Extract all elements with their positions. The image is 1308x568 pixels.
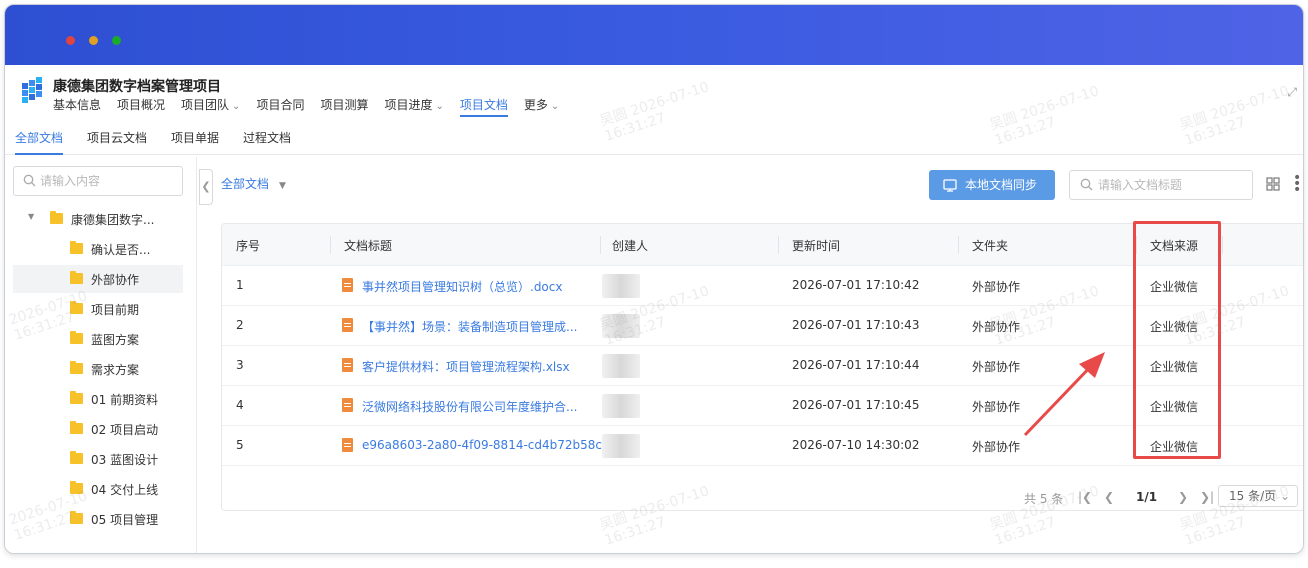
topnav-item-more[interactable]: 更多 ⌄ bbox=[524, 97, 559, 117]
folder-icon bbox=[70, 421, 83, 434]
file-icon bbox=[342, 278, 353, 292]
project-header: 康德集团数字档案管理项目 基本信息 项目概况 项目团队 ⌄ 项目合同 项目测算 项… bbox=[5, 65, 1303, 117]
creator-avatar-blurred bbox=[602, 394, 640, 418]
search-icon bbox=[23, 174, 36, 187]
chevron-left-icon: ❮ bbox=[201, 180, 211, 193]
topnav-item-contract[interactable]: 项目合同 bbox=[256, 97, 304, 117]
topnav-item-basic-info[interactable]: 基本信息 bbox=[53, 97, 101, 117]
more-icon[interactable]: • • • bbox=[1293, 171, 1301, 197]
file-icon bbox=[342, 318, 353, 332]
folder-icon bbox=[70, 451, 83, 464]
tree-node-folder[interactable]: 蓝图方案 bbox=[13, 325, 183, 353]
file-icon bbox=[342, 438, 353, 452]
caret-down-icon[interactable]: ▼ bbox=[28, 212, 34, 221]
first-page-button[interactable]: |❮ bbox=[1078, 490, 1092, 504]
creator-avatar-blurred bbox=[602, 434, 640, 458]
tree-node-folder[interactable]: 02 项目启动 bbox=[13, 415, 183, 443]
tree-node-folder[interactable]: 需求方案 bbox=[13, 355, 183, 383]
file-icon bbox=[342, 358, 353, 372]
document-subtabs: 全部文档 项目云文档 项目单据 过程文档 bbox=[5, 119, 1303, 155]
document-title-link[interactable]: 事并然项目管理知识树（总览）.docx bbox=[362, 278, 562, 295]
folder-icon bbox=[70, 271, 83, 284]
annotation-arrow bbox=[1023, 352, 1105, 437]
tree-node-folder[interactable]: 确认是否... bbox=[13, 235, 183, 263]
document-title-link[interactable]: 泛微网络科技股份有限公司年度维护合... bbox=[362, 398, 577, 415]
app-content: 康德集团数字档案管理项目 基本信息 项目概况 项目团队 ⌄ 项目合同 项目测算 项… bbox=[5, 65, 1303, 553]
chevron-left-icon: ❮ bbox=[1104, 490, 1115, 504]
topnav-item-estimate[interactable]: 项目测算 bbox=[320, 97, 368, 117]
logo-icon bbox=[22, 77, 42, 103]
minimize-window-button[interactable] bbox=[89, 36, 98, 45]
chevron-right-icon: ❯ bbox=[1178, 490, 1189, 504]
prev-page-button[interactable]: ❮ bbox=[1104, 490, 1114, 504]
creator-avatar-blurred bbox=[602, 354, 640, 378]
maximize-window-button[interactable] bbox=[112, 36, 121, 45]
col-folder: 文件夹 bbox=[972, 239, 1009, 253]
grid-view-icon[interactable] bbox=[1266, 177, 1280, 191]
document-search bbox=[1069, 170, 1253, 200]
document-title-link[interactable]: e96a8603-2a80-4f09-8814-cd4b72b58c... bbox=[362, 438, 613, 452]
topnav-item-progress[interactable]: 项目进度 ⌄ bbox=[384, 97, 443, 117]
folder-icon bbox=[70, 391, 83, 404]
folder-icon bbox=[70, 511, 83, 524]
chevron-down-icon: ⌄ bbox=[232, 101, 241, 112]
folder-icon bbox=[70, 361, 83, 374]
document-search-input[interactable] bbox=[1098, 176, 1248, 194]
document-title-link[interactable]: 客户提供材料：项目管理流程架构.xlsx bbox=[362, 358, 570, 375]
tab-all-documents[interactable]: 全部文档 bbox=[15, 129, 64, 155]
project-title: 康德集团数字档案管理项目 bbox=[53, 79, 221, 95]
topnav-item-team[interactable]: 项目团队 ⌄ bbox=[181, 97, 240, 117]
tab-process-documents[interactable]: 过程文档 bbox=[243, 129, 291, 155]
tree-node-folder[interactable]: 04 交付上线 bbox=[13, 475, 183, 503]
pagination: 共 5 条 |❮ ❮ 1/1 ❯ ❯| 15 条/页 ⌄ bbox=[222, 478, 1303, 510]
chevron-down-icon: ⌄ bbox=[1279, 489, 1291, 503]
local-sync-button[interactable]: 本地文档同步 bbox=[929, 170, 1055, 200]
total-count: 共 5 条 bbox=[1024, 492, 1064, 506]
col-title: 文档标题 bbox=[344, 239, 393, 253]
col-creator: 创建人 bbox=[612, 239, 649, 253]
tree-node-folder-selected[interactable]: 外部协作 bbox=[13, 265, 183, 293]
tree-node-folder[interactable]: 05 项目管理 bbox=[13, 505, 183, 533]
document-title-link[interactable]: 【事并然】场景：装备制造项目管理成... bbox=[362, 318, 577, 335]
search-icon bbox=[1080, 178, 1093, 191]
col-updated: 更新时间 bbox=[792, 239, 841, 253]
page-size-select[interactable]: 15 条/页 ⌄ bbox=[1218, 485, 1298, 507]
tree-node-folder[interactable]: 01 前期资料 bbox=[13, 385, 183, 413]
chevron-down-icon: ⌄ bbox=[550, 101, 560, 112]
top-nav: 基本信息 项目概况 项目团队 ⌄ 项目合同 项目测算 项目进度 ⌄ 项目文档 更多 ⌄ bbox=[53, 97, 575, 117]
next-page-button[interactable]: ❯ bbox=[1178, 490, 1188, 504]
expand-icon[interactable]: ⤢ bbox=[1287, 85, 1297, 100]
creator-avatar-blurred bbox=[602, 314, 640, 338]
tree-node-folder[interactable]: 03 蓝图设计 bbox=[13, 445, 183, 473]
folder-icon bbox=[70, 241, 83, 254]
folder-icon bbox=[70, 481, 83, 494]
tree-node-folder[interactable]: 项目前期 bbox=[13, 295, 183, 323]
collapse-sidebar-button[interactable]: ❮ bbox=[199, 169, 213, 205]
topnav-item-documents[interactable]: 项目文档 bbox=[459, 97, 508, 117]
folder-icon bbox=[70, 331, 83, 344]
app-window: 康德集团数字档案管理项目 基本信息 项目概况 项目团队 ⌄ 项目合同 项目测算 项… bbox=[4, 4, 1304, 554]
annotation-highlight-box bbox=[1133, 221, 1221, 459]
tab-cloud-documents[interactable]: 项目云文档 bbox=[87, 129, 147, 155]
page-indicator: 1/1 bbox=[1136, 490, 1158, 504]
creator-avatar-blurred bbox=[602, 274, 640, 298]
file-icon bbox=[342, 398, 353, 412]
close-window-button[interactable] bbox=[66, 36, 75, 45]
last-page-button[interactable]: ❯| bbox=[1200, 490, 1214, 504]
chevron-down-icon: ⌄ bbox=[435, 101, 444, 112]
caret-down-icon: ▼ bbox=[279, 181, 286, 191]
folder-sidebar: ▼ 康德集团数字... 确认是否... 外部协作 项目前期 蓝图方案 bbox=[5, 157, 197, 553]
document-filter-dropdown[interactable]: 全部文档 ▼ bbox=[221, 175, 286, 192]
col-index: 序号 bbox=[236, 239, 261, 253]
folder-icon bbox=[70, 301, 83, 314]
tab-project-forms[interactable]: 项目单据 bbox=[171, 129, 219, 155]
sidebar-search bbox=[13, 166, 183, 196]
folder-icon bbox=[50, 211, 63, 224]
topnav-item-overview[interactable]: 项目概况 bbox=[117, 97, 165, 117]
sidebar-search-input[interactable] bbox=[40, 172, 178, 190]
title-bar bbox=[5, 5, 1303, 65]
sync-icon bbox=[943, 179, 957, 192]
tree-node-root[interactable]: ▼ 康德集团数字... bbox=[13, 205, 183, 233]
